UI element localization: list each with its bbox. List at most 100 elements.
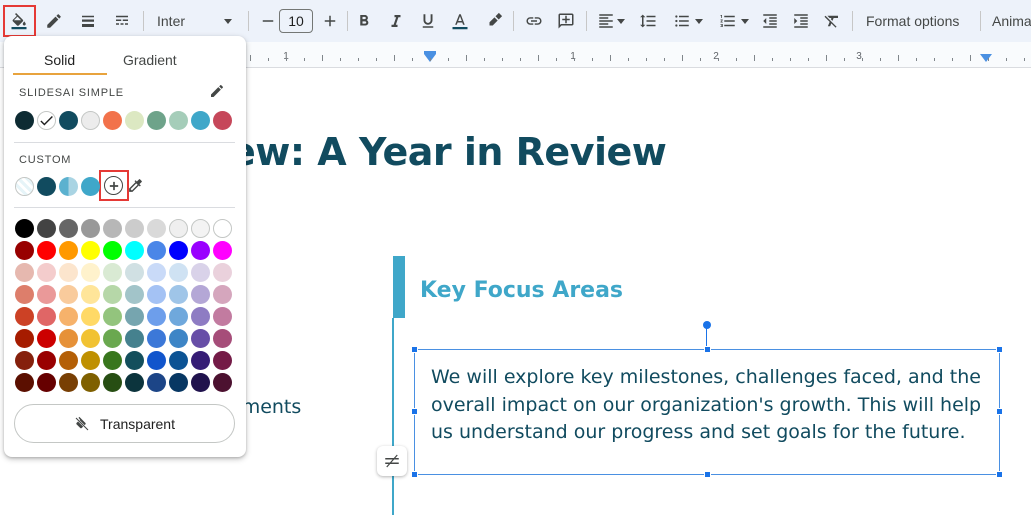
palette-color-swatch[interactable] [81, 329, 100, 348]
theme-color-swatch[interactable] [191, 111, 210, 130]
palette-color-swatch[interactable] [81, 307, 100, 326]
palette-color-swatch[interactable] [147, 373, 166, 392]
theme-color-swatch[interactable] [103, 111, 122, 130]
palette-color-swatch[interactable] [191, 263, 210, 282]
palette-color-swatch[interactable] [81, 351, 100, 370]
palette-color-swatch[interactable] [103, 219, 122, 238]
palette-color-swatch[interactable] [169, 263, 188, 282]
palette-color-swatch[interactable] [37, 219, 56, 238]
insert-comment-button[interactable] [552, 7, 580, 35]
resize-handle-e[interactable] [996, 408, 1003, 415]
palette-color-swatch[interactable] [103, 263, 122, 282]
palette-color-swatch[interactable] [81, 373, 100, 392]
palette-color-swatch[interactable] [37, 263, 56, 282]
rotation-handle[interactable] [703, 321, 711, 329]
format-options-button[interactable]: Format options [866, 13, 959, 29]
palette-color-swatch[interactable] [169, 241, 188, 260]
palette-color-swatch[interactable] [103, 241, 122, 260]
palette-color-swatch[interactable] [125, 219, 144, 238]
palette-color-swatch[interactable] [81, 263, 100, 282]
palette-color-swatch[interactable] [37, 285, 56, 304]
line-spacing-button[interactable] [634, 7, 662, 35]
palette-color-swatch[interactable] [59, 373, 78, 392]
palette-color-swatch[interactable] [191, 329, 210, 348]
palette-color-swatch[interactable] [169, 285, 188, 304]
palette-color-swatch[interactable] [147, 263, 166, 282]
border-weight-button[interactable] [74, 7, 102, 35]
palette-color-swatch[interactable] [15, 307, 34, 326]
text-box-body[interactable]: We will explore key milestones, challeng… [431, 364, 991, 447]
highlight-color-button[interactable] [480, 7, 508, 35]
palette-color-swatch[interactable] [191, 307, 210, 326]
palette-color-swatch[interactable] [147, 285, 166, 304]
increase-indent-button[interactable] [787, 7, 815, 35]
palette-color-swatch[interactable] [59, 285, 78, 304]
palette-color-swatch[interactable] [147, 307, 166, 326]
palette-color-swatch[interactable] [15, 373, 34, 392]
palette-color-swatch[interactable] [213, 263, 232, 282]
palette-color-swatch[interactable] [125, 285, 144, 304]
custom-color-swatch[interactable] [81, 177, 100, 196]
decrease-indent-button[interactable] [756, 7, 784, 35]
bold-button[interactable] [350, 7, 378, 35]
palette-color-swatch[interactable] [59, 219, 78, 238]
palette-color-swatch[interactable] [125, 351, 144, 370]
resize-handle-nw[interactable] [411, 346, 418, 353]
palette-color-swatch[interactable] [125, 241, 144, 260]
palette-color-swatch[interactable] [213, 285, 232, 304]
palette-color-swatch[interactable] [37, 329, 56, 348]
increase-font-size-button[interactable] [316, 7, 344, 35]
palette-color-swatch[interactable] [213, 219, 232, 238]
palette-color-swatch[interactable] [169, 329, 188, 348]
resize-handle-s[interactable] [704, 471, 711, 478]
palette-color-swatch[interactable] [213, 329, 232, 348]
theme-color-swatch[interactable] [147, 111, 166, 130]
palette-color-swatch[interactable] [15, 329, 34, 348]
border-dash-button[interactable] [108, 7, 136, 35]
tab-gradient[interactable]: Gradient [123, 52, 177, 68]
right-indent-marker[interactable] [980, 54, 992, 62]
palette-color-swatch[interactable] [103, 285, 122, 304]
slide-title[interactable]: ew: A Year in Review [230, 130, 667, 174]
text-color-button[interactable] [446, 7, 474, 35]
palette-color-swatch[interactable] [147, 329, 166, 348]
animate-button[interactable]: Animat [992, 13, 1031, 29]
palette-color-swatch[interactable] [125, 373, 144, 392]
palette-color-swatch[interactable] [125, 307, 144, 326]
edit-theme-button[interactable] [209, 83, 225, 104]
underline-button[interactable] [414, 7, 442, 35]
align-button[interactable] [592, 7, 630, 35]
palette-color-swatch[interactable] [103, 307, 122, 326]
custom-color-swatch[interactable] [37, 177, 56, 196]
palette-color-swatch[interactable] [103, 329, 122, 348]
numbered-list-button[interactable] [714, 7, 754, 35]
decrease-font-size-button[interactable] [254, 7, 282, 35]
palette-color-swatch[interactable] [15, 219, 34, 238]
tab-solid[interactable]: Solid [44, 52, 75, 68]
resize-handle-sw[interactable] [411, 471, 418, 478]
palette-color-swatch[interactable] [15, 351, 34, 370]
first-line-indent-marker[interactable] [424, 51, 436, 54]
theme-color-swatch[interactable] [169, 111, 188, 130]
theme-color-swatch[interactable] [37, 111, 56, 130]
palette-color-swatch[interactable] [59, 307, 78, 326]
palette-color-swatch[interactable] [213, 373, 232, 392]
palette-color-swatch[interactable] [213, 307, 232, 326]
palette-color-swatch[interactable] [191, 373, 210, 392]
palette-color-swatch[interactable] [37, 241, 56, 260]
palette-color-swatch[interactable] [147, 219, 166, 238]
palette-color-swatch[interactable] [15, 241, 34, 260]
palette-color-swatch[interactable] [213, 351, 232, 370]
eyedropper-button[interactable] [127, 177, 144, 199]
palette-color-swatch[interactable] [15, 285, 34, 304]
palette-color-swatch[interactable] [191, 241, 210, 260]
palette-color-swatch[interactable] [59, 241, 78, 260]
palette-color-swatch[interactable] [59, 329, 78, 348]
theme-color-swatch[interactable] [125, 111, 144, 130]
font-select[interactable]: Inter [150, 7, 240, 35]
theme-color-swatch[interactable] [59, 111, 78, 130]
palette-color-swatch[interactable] [81, 219, 100, 238]
palette-color-swatch[interactable] [191, 351, 210, 370]
theme-color-swatch[interactable] [15, 111, 34, 130]
palette-color-swatch[interactable] [37, 373, 56, 392]
